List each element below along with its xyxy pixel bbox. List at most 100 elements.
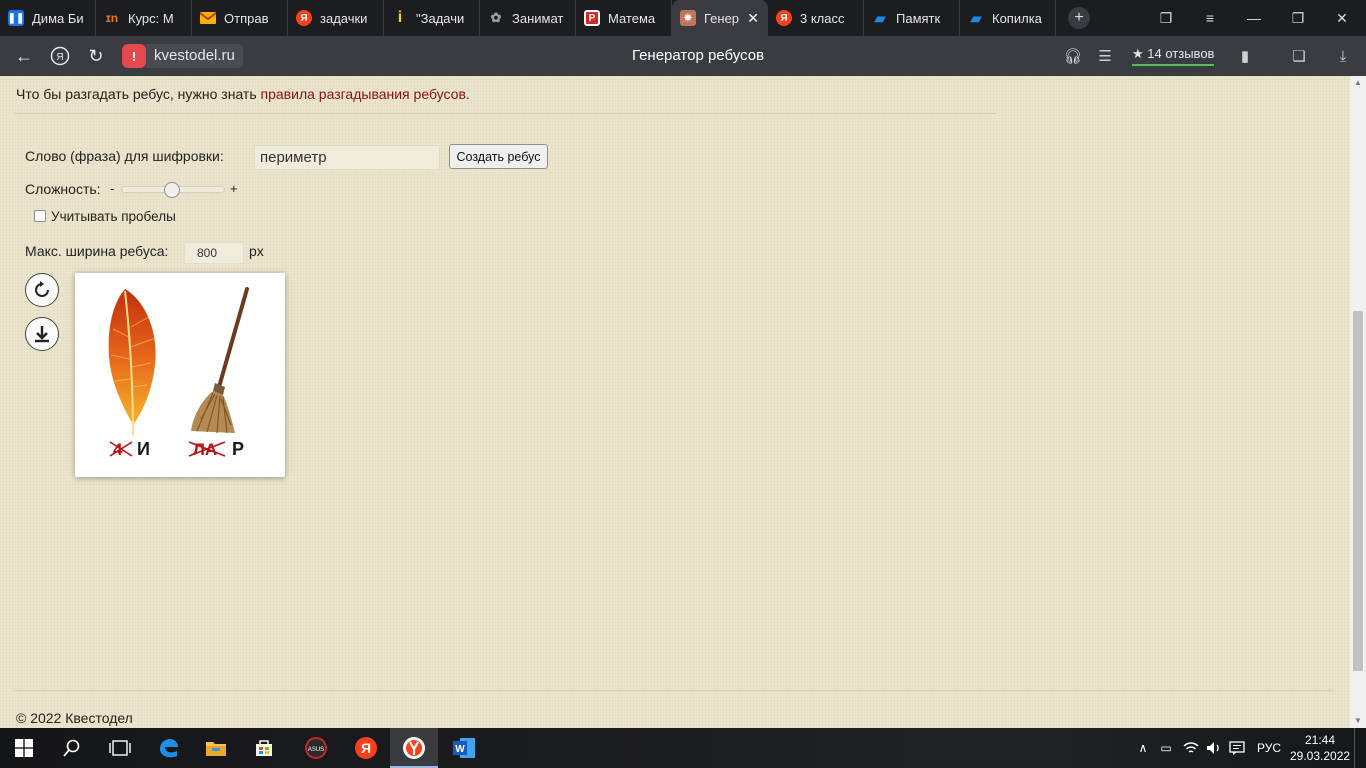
intro-paragraph: Что бы разгадать ребус, нужно знать прав… <box>16 86 470 102</box>
divider <box>14 690 1334 691</box>
tab-manager-icon[interactable]: ❐ <box>1146 0 1186 36</box>
reader-icon[interactable]: ☰ <box>1090 36 1120 76</box>
word-label: Слово (фраза) для шифровки: <box>25 148 224 164</box>
language-indicator[interactable]: РУС <box>1252 728 1286 768</box>
regenerate-button[interactable] <box>25 273 59 307</box>
scroll-up-icon[interactable]: ▲ <box>1350 76 1366 90</box>
maxwidth-input[interactable] <box>184 242 244 264</box>
book-icon: ▰ <box>874 9 886 26</box>
clock-time: 21:44 <box>1304 733 1336 747</box>
divider <box>14 113 996 114</box>
difficulty-label: Сложность: <box>25 181 101 197</box>
tab-label: Памятк <box>896 10 941 26</box>
word-icon[interactable]: W <box>440 728 488 768</box>
book-icon: ▰ <box>970 9 982 26</box>
close-window-icon[interactable]: ✕ <box>1322 0 1362 36</box>
info-icon: i <box>397 9 403 26</box>
tab-label: Дима Би <box>32 10 84 26</box>
battery-icon[interactable]: ▭ <box>1156 728 1176 768</box>
tab-3klass[interactable]: Я 3 класс <box>768 0 864 36</box>
puzzle-icon: ✿ <box>490 10 502 25</box>
tab-kopilka[interactable]: ▰ Копилка <box>960 0 1056 36</box>
spaces-checkbox[interactable] <box>34 210 46 222</box>
cross-mark-1 <box>109 441 133 457</box>
footer-copyright: © 2022 Квестодел <box>16 710 133 726</box>
svg-text:W: W <box>455 744 465 755</box>
clock-date: 29.03.2022 <box>1290 749 1351 763</box>
menu-icon[interactable]: ≡ <box>1190 0 1230 36</box>
p-icon: P <box>584 10 600 26</box>
rebus-image: 4 И ЛА Р <box>75 273 285 477</box>
create-rebus-button[interactable]: Создать ребус <box>449 144 548 169</box>
intro-text: Что бы разгадать ребус, нужно знать <box>16 86 257 102</box>
reviews-label: 14 отзывов <box>1147 46 1215 61</box>
asus-icon[interactable]: ASUS <box>292 728 340 768</box>
warning-icon[interactable]: ! <box>122 44 146 68</box>
cross-mark-2 <box>188 441 226 457</box>
address-bar: ← Я ↻ ! kvestodel.ru Генератор ребусов 🎧… <box>0 36 1366 76</box>
search-icon[interactable] <box>48 728 96 768</box>
download-icon[interactable]: ⤓ <box>1328 36 1358 76</box>
tray-expand-icon[interactable]: ∧ <box>1134 728 1152 768</box>
task-view-icon[interactable] <box>96 728 144 768</box>
tab-zanimat[interactable]: ✿ Занимат <box>480 0 576 36</box>
tab-label: Отправ <box>224 10 269 26</box>
difficulty-minus: - <box>110 181 115 196</box>
clock[interactable]: 21:44 29.03.2022 <box>1290 732 1350 764</box>
new-tab-button[interactable]: + <box>1068 7 1090 29</box>
edge-icon[interactable] <box>144 728 192 768</box>
store-icon[interactable] <box>240 728 288 768</box>
restore-icon[interactable]: ❐ <box>1278 0 1318 36</box>
tab-label: Курс: М <box>128 10 174 26</box>
maxwidth-unit: px <box>249 243 264 259</box>
tab-generator[interactable]: ✸ Генер ✕ <box>672 0 768 36</box>
tab-pamyatka[interactable]: ▰ Памятк <box>864 0 960 36</box>
headphones-icon[interactable]: 🎧︎ <box>1058 36 1088 76</box>
wifi-icon[interactable] <box>1180 728 1202 768</box>
difficulty-slider-thumb[interactable] <box>164 182 180 198</box>
minimize-icon[interactable]: — <box>1234 0 1274 36</box>
notification-icon[interactable] <box>1226 728 1248 768</box>
rebus-icon: ✸ <box>680 10 696 26</box>
domain-text: kvestodel.ru <box>146 44 243 68</box>
file-explorer-icon[interactable] <box>192 728 240 768</box>
yandex-browser-icon[interactable] <box>390 728 438 768</box>
tab-label: 3 класс <box>800 10 845 26</box>
svg-text:Я: Я <box>56 52 63 63</box>
rules-link[interactable]: правила разгадывания ребусов <box>261 86 466 102</box>
rebus-letter-1: И <box>137 439 150 459</box>
tab-matema[interactable]: P Матема <box>576 0 672 36</box>
tab-course[interactable]: ɪn Курс: М <box>96 0 192 36</box>
back-icon[interactable]: ← <box>6 36 42 76</box>
tab-zadachi[interactable]: i "Задачи <box>384 0 480 36</box>
bookmark-icon[interactable]: ▮ <box>1230 36 1260 76</box>
reviews-link[interactable]: ★ 14 отзывов <box>1132 46 1215 66</box>
tab-dima[interactable]: ❚❚ Дима Би <box>0 0 96 36</box>
collections-icon[interactable]: ❏ <box>1284 36 1314 76</box>
rebus-letter-2: Р <box>232 439 245 459</box>
tab-label: Матема <box>608 10 656 26</box>
reload-icon[interactable]: ↻ <box>78 36 114 76</box>
yandex-icon[interactable]: Я <box>342 728 390 768</box>
word-input[interactable] <box>254 145 440 170</box>
tab-mail[interactable]: Отправ <box>192 0 288 36</box>
page-scrollbar[interactable]: ▲ ▼ <box>1350 76 1366 728</box>
feather-icon <box>108 289 156 436</box>
download-rebus-button[interactable] <box>25 317 59 351</box>
broom-icon <box>191 287 249 434</box>
yandex-home-icon[interactable]: Я <box>42 36 78 76</box>
close-icon[interactable]: ✕ <box>747 10 759 27</box>
scroll-down-icon[interactable]: ▼ <box>1350 714 1366 728</box>
maxwidth-label: Макс. ширина ребуса: <box>25 243 169 259</box>
url-field[interactable]: ! kvestodel.ru <box>122 43 243 69</box>
tab-label: "Задачи <box>416 10 465 26</box>
volume-icon[interactable] <box>1204 728 1224 768</box>
windows-start-icon[interactable] <box>0 728 48 768</box>
yandex-icon: Я <box>296 10 312 26</box>
page-content: Что бы разгадать ребус, нужно знать прав… <box>0 76 1350 728</box>
show-desktop-button[interactable] <box>1354 728 1366 768</box>
star-icon: ★ <box>1132 46 1144 61</box>
scrollbar-thumb[interactable] <box>1353 311 1363 671</box>
tab-zadachki[interactable]: Я задачки <box>288 0 384 36</box>
mail-icon <box>200 10 216 26</box>
